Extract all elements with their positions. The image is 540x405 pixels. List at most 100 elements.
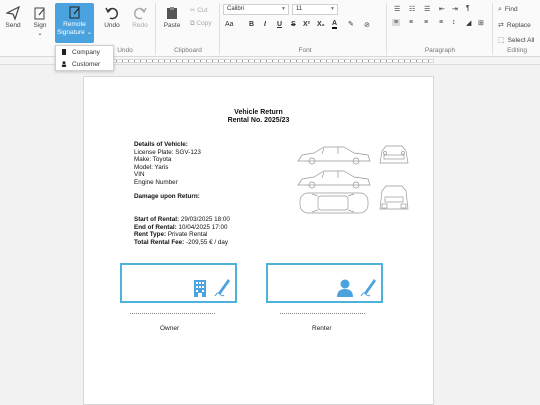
group-label-editing: Editing <box>507 47 527 54</box>
sign-label: Sign <box>33 22 47 29</box>
paste-button[interactable]: Paste <box>160 4 184 44</box>
decrease-indent-icon[interactable]: ⇤ <box>439 5 445 13</box>
ruler-tick <box>398 60 399 62</box>
find-button[interactable]: ⌕ Find <box>498 6 518 14</box>
start-value: 29/03/2025 18:00 <box>179 216 230 223</box>
ruler-track <box>83 59 434 63</box>
ruler-tick <box>224 60 225 62</box>
remote-signature-menu: Company Customer <box>55 45 114 71</box>
group-label-paragraph: Paragraph <box>424 47 456 54</box>
ruler-tick <box>188 60 189 62</box>
shading-icon[interactable]: ◢ <box>466 19 471 27</box>
undo-button[interactable]: Undo <box>101 4 123 44</box>
make: Make: Toyota <box>134 156 172 163</box>
font-color-icon[interactable]: A <box>332 20 338 29</box>
bold-button[interactable]: B <box>249 21 254 28</box>
cut-button[interactable]: ✂ Cut <box>190 6 207 14</box>
engine-number: Engine Number <box>134 178 178 186</box>
ruler-tick <box>410 60 411 62</box>
ruler-tick <box>200 60 201 62</box>
font-family-value: Calibri <box>227 6 245 12</box>
vehicle-details: Details of Vehicle: License Plate: SGV-1… <box>134 141 201 186</box>
document-page[interactable]: Vehicle Return Rental No. 2025/23 Detail… <box>83 76 434 405</box>
menu-item-customer[interactable]: Customer <box>56 58 113 70</box>
send-button[interactable]: Send <box>2 4 24 44</box>
clipboard-icon <box>167 7 177 19</box>
italic-button[interactable]: I <box>264 21 266 28</box>
ruler-tick <box>182 60 183 62</box>
ruler-tick <box>374 60 375 62</box>
replace-label: Replace <box>506 22 531 29</box>
car-damage-diagram <box>297 145 409 214</box>
ruler-tick <box>164 60 165 62</box>
ruler-tick <box>302 60 303 62</box>
ruler-tick <box>386 60 387 62</box>
person-icon <box>337 279 353 297</box>
remote-sign-icon <box>69 6 79 19</box>
copy-button[interactable]: ⧉ Copy <box>190 20 212 28</box>
align-left-icon[interactable]: ≡ <box>392 19 401 26</box>
borders-icon[interactable]: ⊞ <box>478 19 484 27</box>
clear-format-icon[interactable]: ⊘ <box>364 21 370 29</box>
chevron-down-icon: ⌄ <box>86 29 93 36</box>
ruler-tick <box>344 60 345 62</box>
sign-button[interactable]: Sign ⌄ <box>28 4 52 44</box>
send-icon <box>6 6 20 20</box>
owner-label: Owner <box>160 325 180 332</box>
renter-signature-box[interactable] <box>266 263 383 303</box>
ruler-tick <box>278 60 279 62</box>
font-family-select[interactable]: Calibri ▼ <box>223 4 289 15</box>
superscript-button[interactable]: X² <box>303 21 310 28</box>
ruler-tick <box>248 60 249 62</box>
vin: VIN <box>134 171 145 178</box>
document-title: Vehicle Return <box>234 109 283 116</box>
underline-button[interactable]: U <box>277 21 282 28</box>
ruler-tick <box>194 60 195 62</box>
remote-signature-button[interactable]: Remote Signature ⌄ <box>55 3 94 43</box>
ruler-tick <box>236 60 237 62</box>
group-label-font: Font <box>298 47 312 54</box>
rental-type: Rent Type: Private Rental <box>134 231 230 239</box>
align-center-icon[interactable]: ≡ <box>409 19 413 26</box>
numbered-list-icon[interactable]: ☷ <box>409 5 415 13</box>
type-label: Rent Type: <box>134 231 167 238</box>
select-all-button[interactable]: ⬚ Select All <box>498 36 534 44</box>
ruler-tick <box>362 60 363 62</box>
ruler-tick <box>338 60 339 62</box>
rental-summary: Start of Rental: 29/03/2025 18:00 End of… <box>134 216 230 246</box>
font-grow-button[interactable]: Aa <box>225 21 234 28</box>
highlight-icon[interactable]: ✎ <box>348 20 354 28</box>
font-size-value: 11 <box>296 6 303 12</box>
align-right-icon[interactable]: ≡ <box>424 19 428 26</box>
strikethrough-button[interactable]: S <box>291 21 296 28</box>
remote-label: Remote <box>63 21 86 28</box>
start-label: Start of Rental: <box>134 216 180 223</box>
chevron-down-icon: ⌄ <box>37 30 43 37</box>
owner-signature-box[interactable] <box>120 263 237 303</box>
multilevel-list-icon[interactable]: ☰ <box>424 5 430 13</box>
ruler-tick <box>308 60 309 62</box>
ruler-tick <box>158 60 159 62</box>
ruler-tick <box>272 60 273 62</box>
ruler-tick <box>176 60 177 62</box>
subscript-button[interactable]: X₂ <box>317 21 325 28</box>
line-spacing-icon[interactable]: ↕ <box>452 19 456 26</box>
redo-icon <box>133 7 147 20</box>
font-size-select[interactable]: 11 ▼ <box>292 4 338 15</box>
fee-label: Total Rental Fee: <box>134 238 185 246</box>
group-label-clipboard: Clipboard <box>174 47 202 54</box>
ruler-tick <box>140 60 141 62</box>
end-label: End of Rental: <box>134 223 177 231</box>
ruler-tick <box>242 60 243 62</box>
pen-signature-icon <box>214 279 230 297</box>
justify-icon[interactable]: ≡ <box>439 19 443 26</box>
redo-button[interactable]: Redo <box>129 4 151 44</box>
type-value: Private Rental <box>166 231 208 238</box>
model: Model: Yaris <box>134 163 169 171</box>
increase-indent-icon[interactable]: ⇥ <box>452 5 458 13</box>
replace-button[interactable]: ⇄ Replace <box>498 21 531 29</box>
pilcrow-icon[interactable]: ¶ <box>466 5 470 12</box>
menu-item-company[interactable]: Company <box>56 46 113 58</box>
ruler-tick <box>146 60 147 62</box>
bullet-list-icon[interactable]: ☰ <box>394 5 400 13</box>
